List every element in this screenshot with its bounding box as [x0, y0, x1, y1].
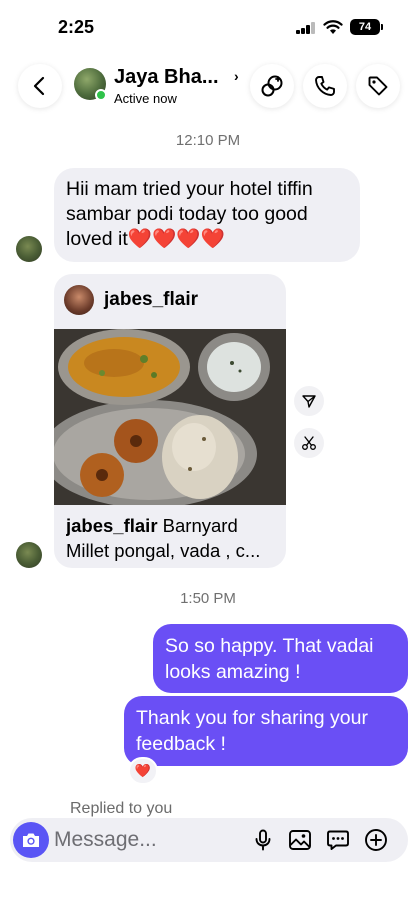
- wifi-icon: [323, 20, 343, 34]
- back-icon: [33, 76, 45, 96]
- more-options-button[interactable]: [363, 827, 389, 853]
- forward-button[interactable]: [294, 386, 324, 416]
- sticker-button[interactable]: [325, 827, 351, 853]
- remix-button[interactable]: [294, 428, 324, 458]
- video-effects-icon: [261, 75, 283, 97]
- heart-reaction[interactable]: ❤️: [128, 757, 158, 785]
- cut-icon: [302, 436, 316, 450]
- battery-indicator: 74: [350, 19, 383, 35]
- message-timestamp: 12:10 PM: [175, 132, 241, 149]
- post-author-username[interactable]: jabes_flair: [104, 289, 198, 311]
- contact-status: Active now: [114, 91, 177, 106]
- sticker-icon: [327, 830, 349, 850]
- video-effects-button[interactable]: [250, 64, 294, 108]
- tag-icon: [368, 76, 388, 96]
- caption-username[interactable]: jabes_flair: [66, 515, 158, 536]
- call-button[interactable]: [303, 64, 347, 108]
- message-timestamp: 1:50 PM: [180, 590, 236, 607]
- message-input[interactable]: [54, 826, 244, 854]
- status-time: 2:25: [58, 17, 95, 37]
- gallery-button[interactable]: [287, 827, 313, 853]
- contact-name[interactable]: Jaya Bha...: [114, 66, 219, 89]
- outgoing-message[interactable]: So so happy. That vadai looks amazing !: [153, 624, 408, 693]
- camera-button[interactable]: [13, 822, 49, 858]
- phone-icon: [315, 76, 335, 96]
- outgoing-message[interactable]: Thank you for sharing your feedback !: [124, 696, 408, 766]
- camera-icon: [23, 833, 39, 847]
- caption-text-line-2: Millet pongal, vada , c...: [66, 540, 261, 561]
- voice-message-button[interactable]: [250, 827, 276, 853]
- replied-label: Replied to you: [70, 800, 173, 817]
- plus-icon: [365, 829, 387, 851]
- status-bar: 2:25 74: [0, 0, 416, 56]
- gallery-icon: [289, 830, 311, 850]
- online-status-dot: [95, 89, 107, 101]
- tag-button[interactable]: [356, 64, 400, 108]
- contact-info[interactable]: Jaya Bha... › Active now: [72, 64, 248, 108]
- incoming-message[interactable]: Hii mam tried your hotel tiffin sambar p…: [54, 168, 360, 262]
- back-button[interactable]: [18, 64, 62, 108]
- post-image[interactable]: [54, 329, 286, 505]
- shared-post[interactable]: jabes_flair jabes_flair Barnyard Millet …: [54, 274, 286, 568]
- send-post-icon: [302, 395, 316, 408]
- caption-text-line-1: Barnyard: [157, 515, 238, 536]
- microphone-icon: [255, 829, 271, 851]
- sender-avatar[interactable]: [16, 542, 42, 568]
- sender-avatar[interactable]: [16, 236, 42, 262]
- chevron-right-icon: ›: [234, 68, 239, 84]
- chat-header: Jaya Bha... › Active now: [0, 56, 416, 116]
- signal-icon: [296, 22, 316, 34]
- message-composer: [10, 818, 408, 862]
- post-author-avatar[interactable]: [64, 285, 94, 315]
- post-caption[interactable]: jabes_flair Barnyard Millet pongal, vada…: [66, 513, 280, 563]
